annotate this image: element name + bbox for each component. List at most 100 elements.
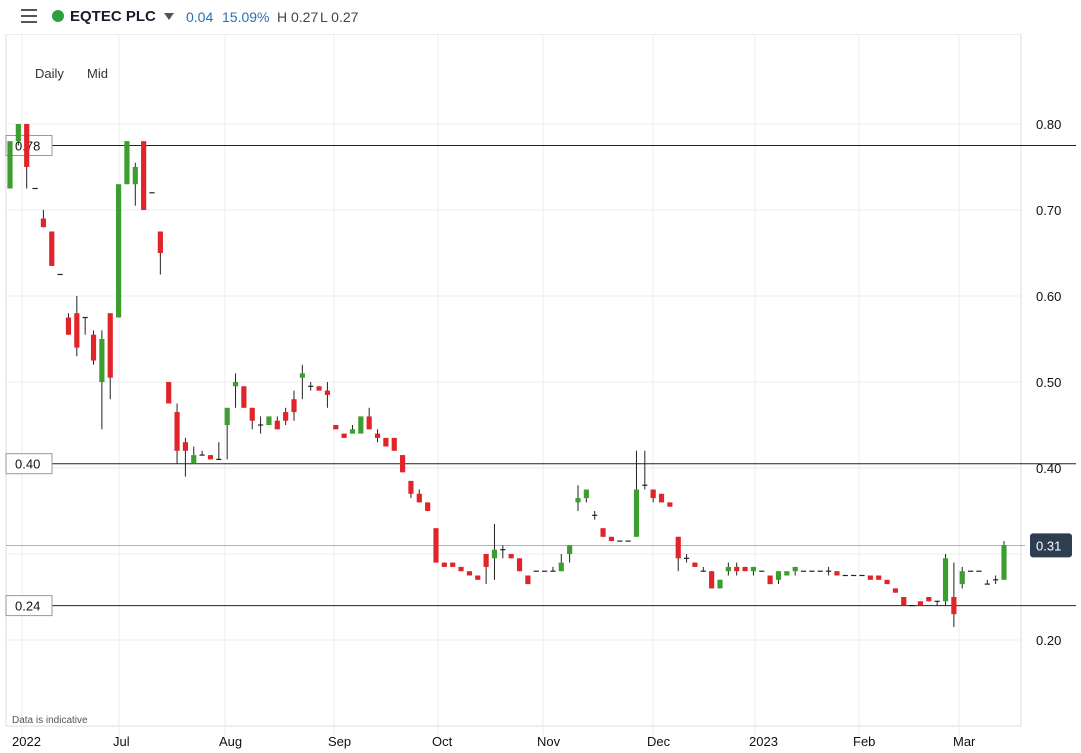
candle-down bbox=[65, 317, 72, 335]
candle-up bbox=[349, 429, 356, 434]
candle-down bbox=[450, 562, 456, 567]
y-axis-tick-label: 0.50 bbox=[1036, 375, 1061, 390]
candle-up bbox=[567, 545, 573, 554]
candle-up bbox=[575, 498, 581, 503]
candle-down bbox=[834, 571, 840, 576]
candle-up bbox=[558, 562, 564, 572]
candle-down bbox=[107, 313, 113, 378]
candle-down bbox=[166, 382, 172, 404]
candle-down bbox=[316, 386, 322, 391]
x-axis-tick-label: Dec bbox=[647, 734, 671, 749]
candle-down bbox=[408, 480, 414, 494]
candle-down bbox=[951, 597, 957, 615]
candle-up bbox=[115, 184, 122, 318]
candle-up bbox=[784, 571, 790, 576]
x-axis-tick-label: Mar bbox=[953, 734, 976, 749]
candle-up bbox=[725, 566, 731, 572]
candle-down bbox=[650, 489, 656, 499]
candle-up bbox=[224, 407, 230, 425]
chart-header: EQTEC PLC 0.04 15.09% H 0.27 L 0.27 bbox=[0, 0, 1081, 34]
candle-down bbox=[433, 528, 439, 563]
candle-up bbox=[750, 566, 757, 572]
candle-down bbox=[709, 571, 715, 589]
candlestick-chart[interactable]: DailyMid0.780.400.240.200.400.500.600.70… bbox=[0, 34, 1081, 753]
y-axis-tick-label: 0.40 bbox=[1036, 461, 1061, 476]
y-axis-tick-label: 0.60 bbox=[1036, 289, 1061, 304]
candle-up bbox=[132, 167, 138, 185]
x-axis-tick-label: Sep bbox=[328, 734, 351, 749]
candle-down bbox=[441, 562, 447, 567]
candle-down bbox=[182, 442, 189, 451]
candle-up bbox=[775, 571, 782, 580]
candle-up bbox=[717, 579, 723, 589]
candle-down bbox=[333, 425, 339, 430]
candle-up bbox=[232, 382, 239, 387]
plot-area[interactable] bbox=[5, 34, 1022, 727]
candle-down bbox=[324, 390, 331, 395]
candle-up bbox=[583, 489, 589, 499]
candle-up bbox=[124, 141, 130, 185]
candle-down bbox=[274, 420, 280, 430]
candle-down bbox=[483, 554, 489, 567]
candle-down bbox=[734, 566, 740, 572]
mid-button[interactable]: Mid bbox=[87, 66, 108, 81]
candle-up bbox=[792, 566, 798, 572]
candle-up bbox=[99, 339, 105, 382]
candle-up bbox=[7, 141, 13, 189]
candle-down bbox=[742, 566, 748, 572]
candle-down bbox=[391, 437, 397, 451]
symbol-name: EQTEC PLC bbox=[70, 8, 156, 25]
candle-down bbox=[174, 412, 180, 451]
candle-up bbox=[959, 571, 965, 585]
candle-down bbox=[600, 528, 606, 537]
reference-line-label: 0.40 bbox=[15, 457, 40, 472]
candle-down bbox=[40, 218, 47, 228]
price-change-percent: 15.09% bbox=[222, 9, 270, 25]
candle-up bbox=[15, 124, 21, 142]
candle-down bbox=[608, 536, 615, 542]
candle-up bbox=[266, 416, 272, 425]
candle-up bbox=[299, 373, 305, 378]
candle-up bbox=[491, 549, 498, 559]
candle-down bbox=[207, 455, 214, 460]
candle-down bbox=[416, 493, 422, 503]
candle-down bbox=[49, 231, 55, 266]
price-change: 0.04 bbox=[186, 9, 214, 25]
candle-down bbox=[249, 407, 255, 421]
x-axis-tick-label: Nov bbox=[537, 734, 561, 749]
symbol-dropdown-icon[interactable] bbox=[164, 13, 174, 20]
day-low: L 0.27 bbox=[320, 9, 359, 25]
x-axis-tick-label: 2022 bbox=[12, 734, 41, 749]
candle-down bbox=[24, 124, 30, 167]
day-high: H 0.27 bbox=[277, 9, 319, 25]
candle-down bbox=[291, 399, 297, 413]
candle-up bbox=[191, 455, 197, 464]
candle-down bbox=[926, 597, 932, 602]
candle-down bbox=[692, 562, 698, 567]
candle-down bbox=[74, 313, 80, 348]
candle-down bbox=[892, 588, 899, 593]
candle-down bbox=[366, 416, 372, 430]
candle-down bbox=[867, 575, 873, 580]
candle-down bbox=[876, 575, 882, 580]
candle-up bbox=[358, 416, 364, 434]
daily-button[interactable]: Daily bbox=[35, 66, 64, 81]
x-axis-tick-label: Aug bbox=[219, 734, 242, 749]
candle-down bbox=[917, 601, 924, 606]
x-axis-tick-label: Oct bbox=[432, 734, 453, 749]
candle-down bbox=[383, 437, 389, 447]
candle-down bbox=[283, 412, 289, 421]
candle-down bbox=[241, 386, 247, 408]
candle-down bbox=[374, 433, 381, 438]
candle-down bbox=[425, 502, 431, 511]
candle-down bbox=[341, 433, 347, 438]
hamburger-menu-icon[interactable] bbox=[21, 9, 37, 23]
x-axis-tick-label: 2023 bbox=[749, 734, 778, 749]
candle-down bbox=[399, 455, 406, 473]
reference-line-label: 0.24 bbox=[15, 599, 40, 614]
candle-down bbox=[767, 575, 773, 585]
last-price-label: 0.31 bbox=[1036, 538, 1061, 553]
candle-down bbox=[475, 575, 481, 580]
x-axis-tick-label: Feb bbox=[853, 734, 875, 749]
candle-up bbox=[1001, 545, 1007, 580]
